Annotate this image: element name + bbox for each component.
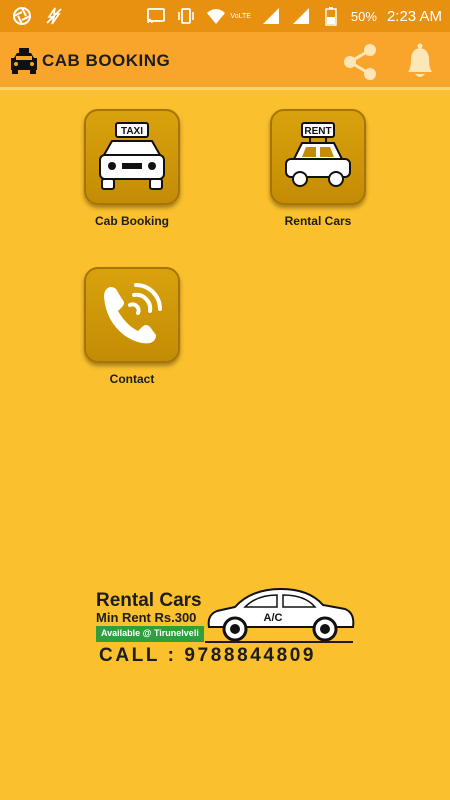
tile-label: Cab Booking [95, 214, 169, 228]
battery-icon [325, 7, 337, 26]
cast-icon [147, 8, 166, 24]
rent-car-icon: RENT [285, 122, 351, 187]
tile-label: Contact [109, 372, 155, 386]
rental-promo-banner[interactable]: Rental Cars Min Rent Rs.300 Available @ … [95, 583, 357, 673]
signal-icon [262, 8, 279, 24]
vibrate-icon [178, 8, 195, 24]
svg-text:RENT: RENT [304, 126, 331, 137]
car-illustration-icon: A/C [207, 587, 355, 642]
app-bar: CAB BOOKING [0, 32, 450, 90]
signal-icon [292, 8, 309, 24]
bell-icon[interactable] [400, 40, 440, 84]
taxi-icon: TAXI [99, 122, 165, 190]
aperture-icon [13, 7, 31, 25]
share-icon[interactable] [338, 40, 382, 84]
tile-label: Rental Cars [284, 214, 352, 228]
banner-call-number[interactable]: CALL : 9788844809 [99, 645, 316, 667]
phone-icon [104, 283, 162, 344]
volte-label: VoLTE [230, 12, 251, 20]
car-tag: A/C [264, 612, 283, 624]
app-title: CAB BOOKING [42, 51, 171, 70]
taxi-logo-icon [11, 48, 37, 74]
svg-text:TAXI: TAXI [121, 126, 143, 137]
rental-cars-tile[interactable]: RENT [270, 109, 366, 205]
contact-tile[interactable] [84, 267, 180, 363]
battery-percent: 50% [350, 8, 377, 24]
banner-availability-badge: Available @ Tirunelveli [96, 626, 204, 642]
clock: 2:23 AM [386, 7, 442, 25]
status-bar: VoLTE 50% 2:23 AM [0, 0, 450, 32]
banner-divider [205, 641, 353, 643]
banner-title: Rental Cars [96, 590, 202, 611]
bolt-off-icon [46, 7, 62, 25]
banner-min-rent: Min Rent Rs.300 [96, 610, 197, 625]
wifi-icon [207, 9, 226, 24]
cab-booking-tile[interactable]: TAXI [84, 109, 180, 205]
